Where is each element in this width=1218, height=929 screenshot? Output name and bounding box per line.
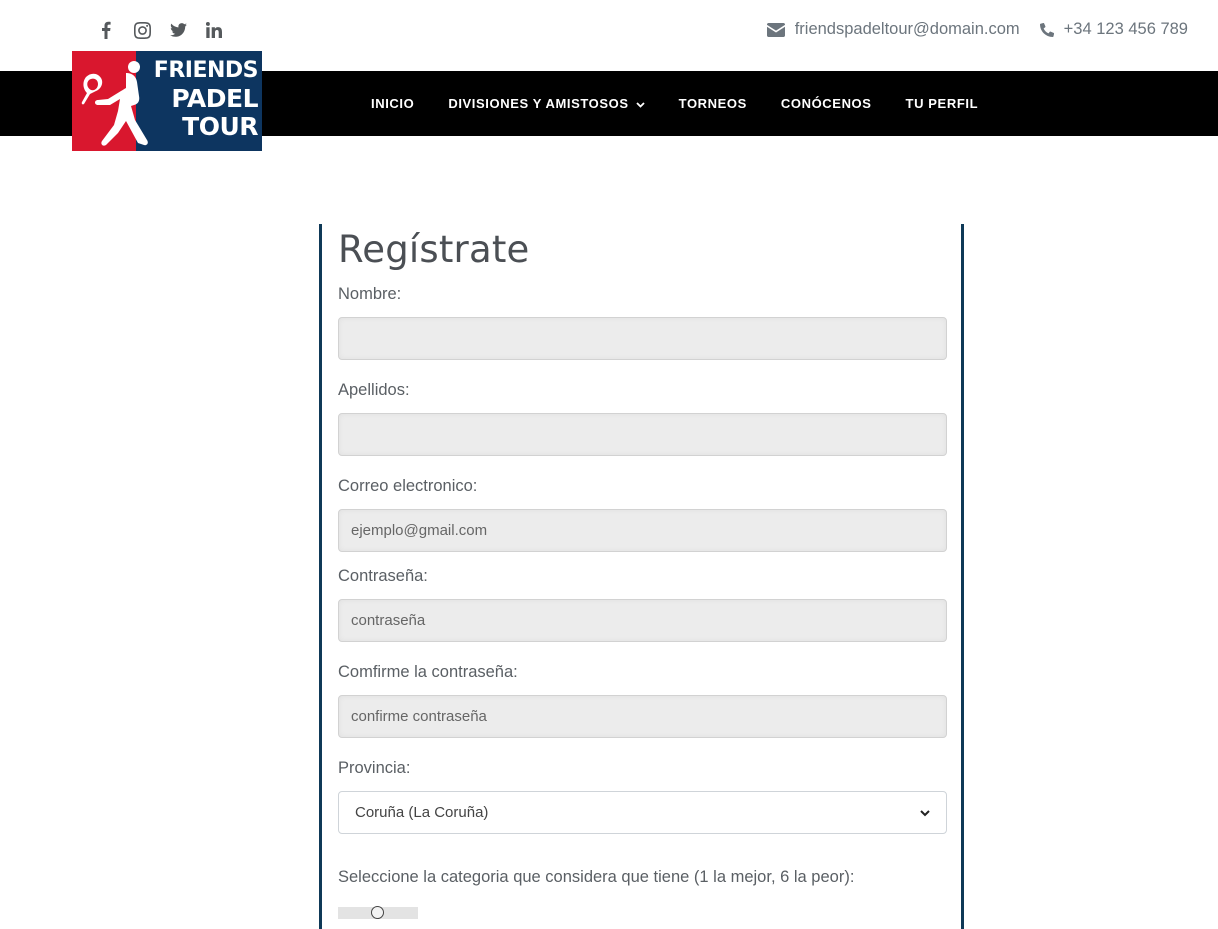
- categoria-slider[interactable]: [338, 906, 418, 919]
- facebook-icon[interactable]: [88, 19, 124, 41]
- nav-item-divisiones-label: DIVISIONES Y AMISTOSOS: [448, 96, 629, 111]
- logo-line-1: FRIENDS: [153, 58, 259, 83]
- linkedin-icon[interactable]: [196, 19, 232, 41]
- main-nav: INICIO DIVISIONES Y AMISTOSOS TORNEOS CO…: [354, 71, 995, 136]
- email-field[interactable]: ejemplo@gmail.com: [338, 509, 947, 552]
- logo-line-3: TOUR: [182, 112, 258, 141]
- chevron-down-icon: [636, 96, 645, 111]
- logo-text: FRIENDS PADEL TOUR: [136, 57, 259, 141]
- nav-item-conocenos[interactable]: CONÓCENOS: [764, 96, 889, 111]
- password-label: Contraseña:: [338, 567, 428, 585]
- email-label: Correo electronico:: [338, 477, 478, 495]
- provincia-selected-value: Coruña (La Coruña): [355, 804, 489, 821]
- register-form-panel: Regístrate Nombre: Apellidos: Correo ele…: [319, 224, 964, 929]
- nav-item-tu-perfil[interactable]: TU PERFIL: [889, 96, 996, 111]
- apellidos-label: Apellidos:: [338, 381, 410, 399]
- phone-icon: [1039, 22, 1054, 37]
- provincia-select[interactable]: Coruña (La Coruña): [338, 791, 947, 834]
- logo-line-2: PADEL: [171, 84, 258, 113]
- apellidos-input[interactable]: [338, 413, 947, 456]
- nav-item-inicio[interactable]: INICIO: [354, 96, 431, 111]
- site-logo[interactable]: FRIENDS PADEL TOUR: [72, 51, 262, 151]
- confirm-password-field[interactable]: confirme contraseña: [338, 695, 947, 738]
- nav-item-torneos[interactable]: TORNEOS: [662, 96, 764, 111]
- contact-email[interactable]: friendspadeltour@domain.com: [795, 20, 1020, 39]
- page-title: Regístrate: [338, 228, 530, 271]
- password-field[interactable]: contraseña: [338, 599, 947, 642]
- contact-phone[interactable]: +34 123 456 789: [1064, 20, 1188, 39]
- contact-info: friendspadeltour@domain.com +34 123 456 …: [766, 20, 1188, 39]
- social-links: [88, 19, 232, 41]
- chevron-down-icon: [920, 804, 930, 821]
- nav-item-divisiones[interactable]: DIVISIONES Y AMISTOSOS: [431, 96, 661, 111]
- slider-thumb[interactable]: [371, 906, 384, 919]
- instagram-icon[interactable]: [124, 19, 160, 41]
- envelope-icon: [766, 22, 785, 37]
- twitter-icon[interactable]: [160, 19, 196, 41]
- confirm-password-label: Comfirme la contraseña:: [338, 663, 518, 681]
- provincia-label: Provincia:: [338, 759, 411, 777]
- nombre-input[interactable]: [338, 317, 947, 360]
- categoria-label: Seleccione la categoria que considera qu…: [338, 868, 855, 886]
- nombre-label: Nombre:: [338, 285, 402, 303]
